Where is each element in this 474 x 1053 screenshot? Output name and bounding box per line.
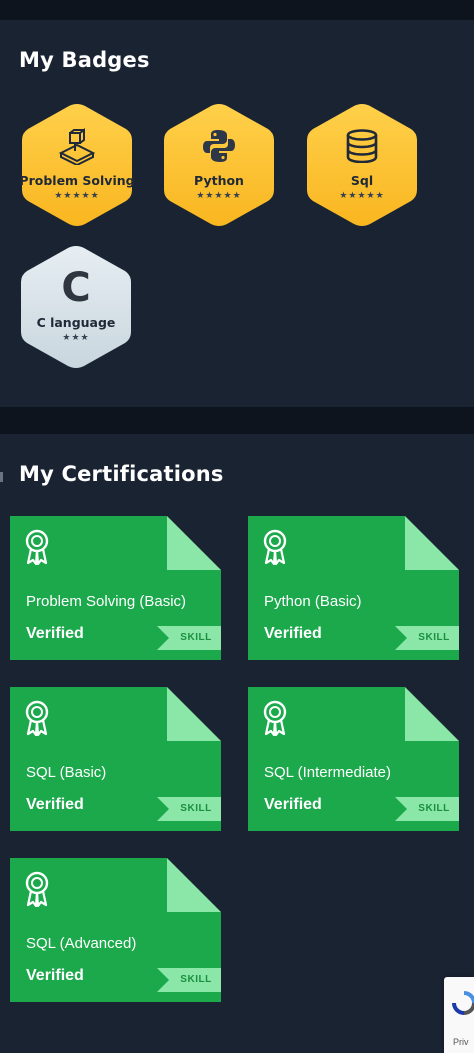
skill-tag-label: SKILL: [180, 803, 212, 814]
badge-label: C language: [36, 315, 116, 330]
award-ribbon-icon: [25, 871, 49, 907]
section-marker: [0, 472, 3, 482]
award-ribbon-icon: [263, 700, 287, 736]
badge-stars: ★★★: [62, 333, 90, 343]
certificate-name: SQL (Basic): [26, 764, 107, 781]
badges-title: My Badges: [19, 48, 150, 72]
certificate-name: SQL (Intermediate): [264, 764, 391, 781]
python-icon: [160, 127, 278, 165]
certificate-name: Problem Solving (Basic): [26, 593, 187, 610]
certifications-title: My Certifications: [19, 462, 224, 486]
badge-c-language[interactable]: C C language ★★★: [17, 243, 135, 371]
badge-label: Python: [194, 173, 244, 188]
skill-tag-label: SKILL: [180, 632, 212, 643]
page-fold-corner: [405, 516, 459, 570]
badge-problem-solving[interactable]: Problem Solving ★★★★★: [18, 101, 136, 229]
badge-python[interactable]: Python ★★★★★: [160, 101, 278, 229]
database-icon: [303, 127, 421, 165]
hexagon-gold-shape: [22, 104, 132, 226]
verified-status: Verified: [26, 796, 84, 813]
skill-tag: SKILL: [395, 797, 459, 821]
skill-tag: SKILL: [157, 626, 221, 650]
certificate-card[interactable]: Python (Basic) Verified SKILL: [248, 516, 459, 660]
certificate-card[interactable]: SQL (Basic) Verified SKILL: [10, 687, 221, 831]
badge-sql[interactable]: Sql ★★★★★: [303, 101, 421, 229]
skill-tag: SKILL: [157, 968, 221, 992]
verified-status: Verified: [264, 625, 322, 642]
award-ribbon-icon: [263, 529, 287, 565]
certificate-name: Python (Basic): [264, 593, 362, 610]
badge-stars: ★★★★★: [54, 191, 100, 201]
page-fold-corner: [167, 858, 221, 912]
award-ribbon-icon: [25, 529, 49, 565]
top-bar: [0, 0, 474, 20]
badge-label: Sql: [350, 173, 374, 188]
page-fold-corner: [405, 687, 459, 741]
recaptcha-badge[interactable]: Priv: [444, 977, 474, 1053]
badge-stars: ★★★★★: [339, 191, 385, 201]
problem-solving-icon: [18, 127, 136, 165]
skill-tag: SKILL: [395, 626, 459, 650]
hexagon-gold-shape: [307, 104, 417, 226]
award-ribbon-icon: [25, 700, 49, 736]
skill-tag-label: SKILL: [180, 974, 212, 985]
recaptcha-privacy-link[interactable]: Priv: [453, 1037, 469, 1047]
hexagon-gold-shape: [164, 104, 274, 226]
badge-label: Problem Solving: [19, 173, 135, 188]
verified-status: Verified: [26, 967, 84, 984]
certificate-card[interactable]: Problem Solving (Basic) Verified SKILL: [10, 516, 221, 660]
certificate-name: SQL (Advanced): [26, 935, 137, 952]
badge-stars: ★★★★★: [196, 191, 242, 201]
page-fold-corner: [167, 516, 221, 570]
page-fold-corner: [167, 687, 221, 741]
verified-status: Verified: [26, 625, 84, 642]
recaptcha-icon: [452, 991, 474, 1015]
skill-tag-label: SKILL: [418, 803, 450, 814]
skill-tag: SKILL: [157, 797, 221, 821]
skill-tag-label: SKILL: [418, 632, 450, 643]
certificate-card[interactable]: SQL (Intermediate) Verified SKILL: [248, 687, 459, 831]
verified-status: Verified: [264, 796, 322, 813]
c-letter-icon: C: [17, 265, 135, 311]
c-letter: C: [61, 265, 91, 311]
certificate-card[interactable]: SQL (Advanced) Verified SKILL: [10, 858, 221, 1002]
